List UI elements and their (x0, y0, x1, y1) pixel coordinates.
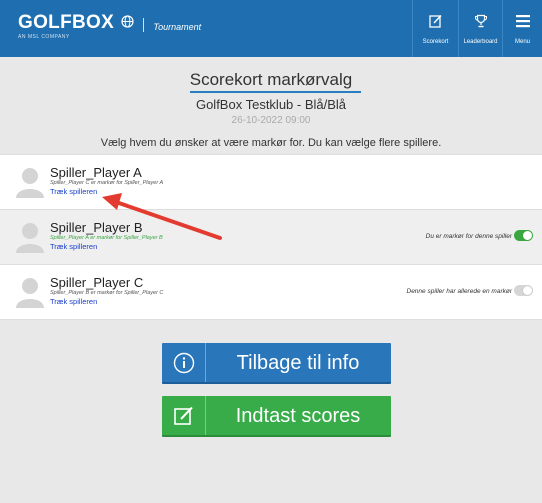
nav-scorekort-label: Scorekort (422, 39, 449, 45)
tee-time: 26-10-2022 09:00 (231, 115, 311, 126)
marker-status: Du er markør for denne spiller (425, 233, 512, 240)
nav-menu-button[interactable]: Menu (502, 0, 542, 57)
info-icon (162, 343, 206, 382)
golfbox-logo[interactable]: GOLFBOX Tournament (18, 12, 201, 34)
edit-scorecard-icon (162, 396, 206, 435)
trophy-icon (474, 14, 487, 28)
player-name: Spiller_Player C (50, 275, 144, 290)
scorecard-icon (428, 14, 442, 28)
player-name: Spiller_Player B (50, 220, 143, 235)
marker-info: Spiller_Player C er markør for Spiller_P… (50, 180, 164, 186)
nav-scorekort-button[interactable]: Scorekort (412, 0, 458, 57)
tournament-label: Tournament (153, 22, 202, 32)
back-to-info-button[interactable]: Tilbage til info (162, 343, 391, 384)
marker-info: Spiller_Player B er markør for Spiller_P… (50, 290, 164, 296)
logo-text: GOLFBOX (18, 12, 115, 33)
globe-icon (120, 15, 134, 33)
player-row[interactable]: Spiller_Player A Spiller_Player C er mar… (0, 154, 542, 209)
club-course: GolfBox Testklub - Blå/Blå (195, 97, 347, 112)
top-header-bar: GOLFBOX Tournament AN MSL COMPANY Scorek… (0, 0, 542, 57)
player-name: Spiller_Player A (50, 165, 142, 180)
avatar-icon (16, 168, 44, 198)
enter-scores-label: Indtast scores (235, 405, 361, 427)
title-underline (190, 91, 361, 93)
logo-divider (142, 18, 144, 32)
avatar-icon (16, 278, 44, 308)
player-row[interactable]: Spiller_Player B Spiller_Player A er mar… (0, 209, 542, 264)
nav-leaderboard-button[interactable]: Leaderboard (458, 0, 502, 57)
nav-menu-label: Menu (514, 39, 530, 45)
nav-leaderboard-label: Leaderboard (463, 39, 498, 45)
marker-status: Denne spiller har allerede en markør (406, 288, 513, 295)
marker-info: Spiller_Player A er markør for Spiller_P… (50, 235, 163, 241)
scorecard-info: Scorekort markørvalg GolfBox Testklub - … (0, 57, 542, 154)
menu-icon (515, 15, 530, 28)
instruction-text: Vælg hvem du ønsker at være markør for. … (100, 137, 442, 149)
enter-scores-button[interactable]: Indtast scores (162, 396, 391, 437)
logo-subtitle: AN MSL COMPANY (18, 34, 70, 40)
back-to-info-label: Tilbage til info (236, 352, 360, 374)
withdraw-player-link[interactable]: Træk spilleren (50, 187, 97, 196)
withdraw-player-link[interactable]: Træk spilleren (50, 242, 97, 251)
marker-toggle[interactable] (514, 230, 533, 241)
player-row[interactable]: Spiller_Player C Spiller_Player B er mar… (0, 264, 542, 320)
avatar-icon (16, 223, 44, 253)
withdraw-player-link[interactable]: Træk spilleren (50, 297, 97, 306)
page-title: Scorekort markørvalg (189, 70, 353, 89)
marker-toggle[interactable] (514, 285, 533, 296)
